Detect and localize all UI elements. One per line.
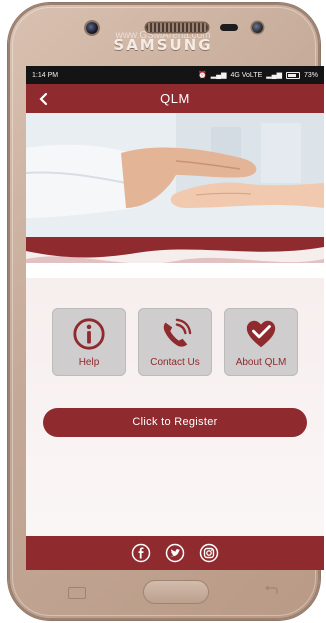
proximity-sensor: [220, 24, 238, 31]
app-bar: QLM: [26, 84, 324, 113]
about-qlm-label: About QLM: [235, 356, 287, 368]
action-tiles: Help Contact Us About QLM: [26, 308, 324, 376]
signal-icon: ▂▄▆: [210, 72, 227, 79]
help-label: Help: [78, 356, 100, 368]
front-camera: [86, 22, 98, 34]
facebook-icon[interactable]: [131, 543, 151, 563]
instagram-icon[interactable]: [199, 543, 219, 563]
contact-us-label: Contact Us: [150, 356, 200, 368]
phone-icon: [163, 318, 192, 347]
light-sensor: [252, 22, 263, 33]
network-label: 4G VoLTE: [230, 71, 263, 79]
phone-screen: 1:14 PM ⏰ ▂▄▆ 4G VoLTE ▂▄▆ 73% QLM Help …: [26, 66, 324, 570]
status-bar: 1:14 PM ⏰ ▂▄▆ 4G VoLTE ▂▄▆ 73%: [26, 66, 324, 84]
decorative-wave: [26, 237, 324, 263]
battery-level: 73%: [303, 71, 318, 79]
signal-icon-2: ▂▄▆: [266, 72, 282, 79]
help-tile[interactable]: Help: [52, 308, 126, 376]
back-key-icon[interactable]: [264, 586, 278, 596]
alarm-icon: ⏰: [198, 72, 207, 79]
contact-us-tile[interactable]: Contact Us: [138, 308, 212, 376]
earpiece-speaker: [146, 23, 208, 32]
device-brand: SAMSUNG: [113, 36, 213, 54]
about-qlm-tile[interactable]: About QLM: [224, 308, 298, 376]
status-indicators: ⏰ ▂▄▆ 4G VoLTE ▂▄▆ 73%: [198, 71, 318, 79]
status-time: 1:14 PM: [32, 71, 59, 79]
main-content: Help Contact Us About QLM Click to Regis…: [26, 278, 324, 544]
hero-image: [26, 113, 324, 263]
home-key[interactable]: [143, 580, 209, 604]
twitter-icon[interactable]: [165, 543, 185, 563]
heart-check-icon: [246, 320, 276, 347]
battery-icon: [285, 71, 300, 79]
register-button[interactable]: Click to Register: [43, 408, 307, 437]
back-arrow-icon[interactable]: [36, 91, 52, 107]
footer-bar: [26, 536, 324, 570]
page-title: QLM: [160, 91, 190, 106]
info-icon: [73, 317, 105, 350]
recent-apps-key[interactable]: [68, 587, 86, 599]
